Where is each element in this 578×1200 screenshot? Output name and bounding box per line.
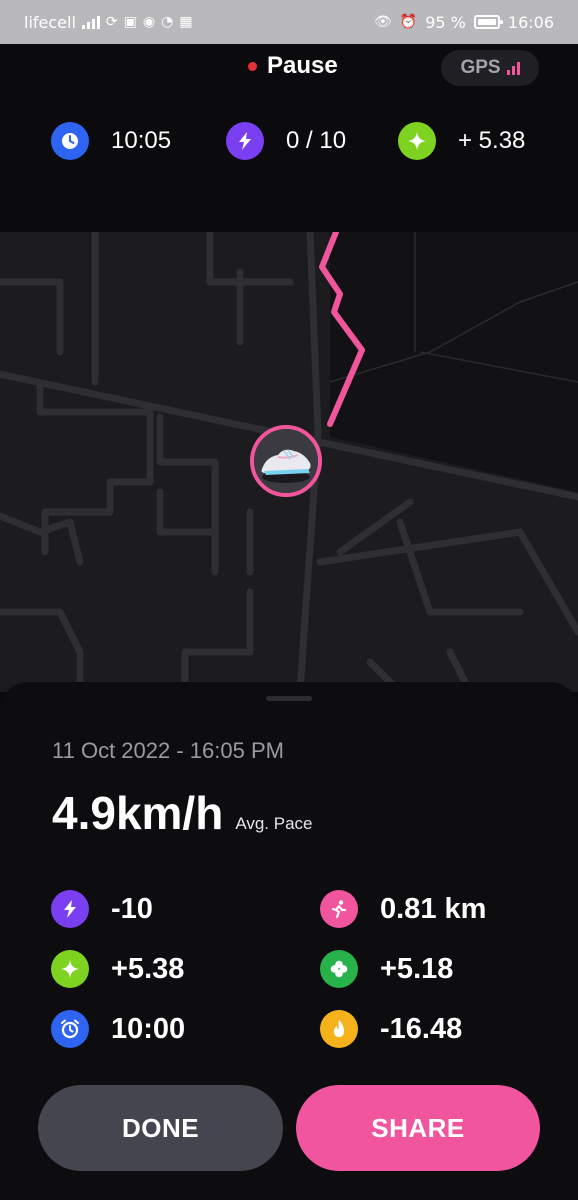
record-dot-icon <box>248 61 257 71</box>
battery-icon <box>473 15 503 29</box>
flame-icon <box>320 1010 358 1048</box>
clock-icon <box>51 122 89 160</box>
metric-duration: 10:00 <box>51 1010 185 1048</box>
clock-time: 16:06 <box>507 12 554 32</box>
share-button[interactable]: SHARE <box>296 1085 540 1171</box>
stat-time-value: 10:05 <box>111 127 172 154</box>
carrier-label: lifecell <box>24 12 76 32</box>
sparkle-icon <box>398 122 436 160</box>
stat-earned-value: + 5.38 <box>458 127 526 154</box>
live-stats: 10:05 0 / 10 + 5.38 <box>0 122 578 166</box>
clover-icon <box>320 950 358 988</box>
gps-indicator: GPS <box>441 50 539 86</box>
gps-label: GPS <box>460 57 501 78</box>
alarm-icon <box>51 1010 89 1048</box>
metric-distance: 0.81 km <box>320 890 486 928</box>
route-map[interactable] <box>0 232 578 692</box>
gps-signal-icon <box>506 61 520 75</box>
metric-luck-value: +5.18 <box>380 952 454 985</box>
battery-percent: 95 % <box>425 12 466 32</box>
runner-icon <box>320 890 358 928</box>
pause-label: Pause <box>267 52 338 79</box>
metric-earned: +5.38 <box>51 950 184 988</box>
stat-energy: 0 / 10 <box>226 122 346 160</box>
pace-block: 4.9km/h Avg. Pace <box>52 786 313 840</box>
stat-energy-value: 0 / 10 <box>286 127 347 154</box>
sync-icon: ⟳ <box>105 14 118 30</box>
sneaker-marker[interactable] <box>250 425 322 497</box>
metric-energy-value: -10 <box>111 892 153 925</box>
pie-icon: ◔ <box>161 14 174 30</box>
status-bar: lifecell ⟳ ▣ ◉ ◔ ▦ 👁 ⏰ 95 % 16:06 <box>0 0 578 44</box>
stat-earned: + 5.38 <box>398 122 525 160</box>
signal-icon <box>81 15 100 29</box>
metric-luck: +5.18 <box>320 950 453 988</box>
alarm-status-icon: ⏰ <box>399 14 418 30</box>
eye-icon: 👁 <box>374 14 392 30</box>
avg-pace-value: 4.9km/h <box>52 787 224 839</box>
stat-time: 10:05 <box>51 122 171 160</box>
pause-button[interactable]: Pause <box>248 52 338 80</box>
metric-calories-value: -16.48 <box>380 1012 463 1045</box>
metric-duration-value: 10:00 <box>111 1012 186 1045</box>
metric-calories: -16.48 <box>320 1010 462 1048</box>
avg-pace-label: Avg. Pace <box>235 814 313 833</box>
app-icon: ▣ <box>123 14 137 30</box>
calendar-icon: ▦ <box>179 14 193 30</box>
workout-header: Pause GPS 10:05 0 / 10 + 5.38 <box>0 44 578 232</box>
lightning-icon <box>51 890 89 928</box>
metric-energy: -10 <box>51 890 153 928</box>
lightning-icon <box>226 122 264 160</box>
sheet-drag-handle[interactable] <box>266 696 312 701</box>
workout-summary-sheet: 11 Oct 2022 - 16:05 PM 4.9km/h Avg. Pace… <box>0 682 578 1200</box>
notification-icon: ◉ <box>142 14 156 30</box>
sparkle-icon <box>51 950 89 988</box>
metric-earned-value: +5.38 <box>111 952 185 985</box>
sneaker-icon <box>254 429 318 493</box>
metric-distance-value: 0.81 km <box>380 892 487 925</box>
done-button[interactable]: DONE <box>38 1085 283 1171</box>
workout-date: 11 Oct 2022 - 16:05 PM <box>52 738 284 763</box>
